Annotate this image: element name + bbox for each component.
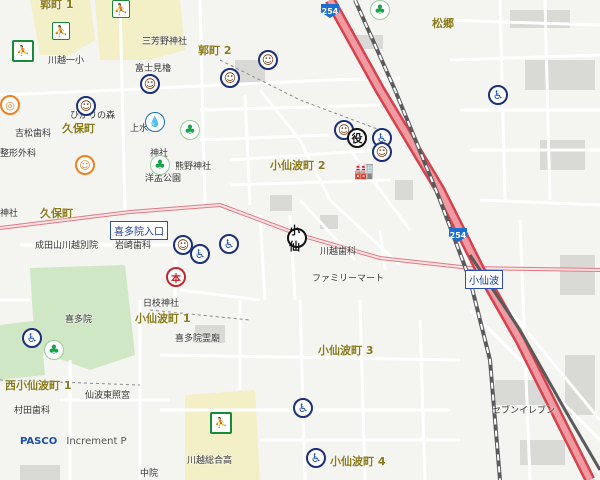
childcare-face-icon[interactable]: ☺ bbox=[76, 96, 96, 116]
poi-label-miyoshino-shrine: 三芳野神社 bbox=[142, 37, 188, 47]
park-tree-icon[interactable]: ♣ bbox=[370, 0, 390, 20]
poi-label-kawagoe-sogo-high: 川越総合高 bbox=[187, 456, 233, 466]
poi-label-yokihi-park: 洋孟公園 bbox=[145, 174, 182, 184]
intersection-sign-kitain-iriguchi[interactable]: 喜多院入口 bbox=[110, 221, 168, 240]
hospital-icon[interactable]: 本 bbox=[166, 267, 186, 287]
intersection-sign-kosenba[interactable]: 小仙波 bbox=[465, 270, 503, 289]
district-label-matsugo: 松郷 bbox=[432, 17, 454, 30]
welfare-facility-icon[interactable]: ☺ bbox=[75, 155, 95, 175]
poi-label-iwasaki-dental: 岩崎歯科 bbox=[115, 241, 152, 251]
wheelchair-icon[interactable]: ♿ bbox=[219, 234, 239, 254]
poi-label-kumano-shrine: 熊野神社 bbox=[175, 162, 212, 172]
factory-icon[interactable]: 🏭 bbox=[354, 160, 374, 180]
playground-icon[interactable]: ⛹ bbox=[52, 22, 70, 40]
district-label-kosenbamachi1: 小仙波町 1 bbox=[135, 312, 191, 325]
district-label-kuruwamachi1: 郭町 1 bbox=[40, 0, 74, 11]
pasco-logo: PASCO bbox=[20, 436, 58, 447]
poi-label-murata-dental: 村田歯科 bbox=[14, 406, 51, 416]
poi-label-kawagoe-ichisho: 川越一小 bbox=[48, 56, 85, 66]
park-tree-icon[interactable]: ♣ bbox=[44, 340, 64, 360]
district-label-kosenbamachi4: 小仙波町 4 bbox=[330, 455, 386, 468]
wheelchair-icon[interactable]: ♿ bbox=[293, 398, 313, 418]
poi-label-senba-toshogu: 仙波東照宮 bbox=[85, 391, 131, 401]
poi-label-family-mart: ファミリーマート bbox=[312, 274, 385, 284]
school-icon[interactable]: ⛹ bbox=[12, 40, 34, 62]
district-label-nishikosenba1: 西小仙波町 1 bbox=[5, 379, 72, 392]
park-tree-icon[interactable]: ♣ bbox=[180, 120, 200, 140]
wheelchair-icon[interactable]: ♿ bbox=[190, 244, 210, 264]
childcare-face-icon[interactable]: ☺ bbox=[372, 142, 392, 162]
increment-p-logo: Increment P bbox=[66, 436, 127, 447]
poi-label-nikko-shrine: 日枝神社 bbox=[143, 299, 180, 309]
childcare-face-icon[interactable]: ☺ bbox=[140, 74, 160, 94]
poi-label-naritasan-betsuin: 成田山川越別院 bbox=[35, 241, 99, 251]
district-label-kuruwamachi2: 郭町 2 bbox=[198, 44, 232, 57]
poi-label-jinja-left: 神社 bbox=[0, 209, 19, 219]
district-label-kosenbamachi3: 小仙波町 3 bbox=[318, 344, 374, 357]
district-label-kubomachi-top: 久保町 bbox=[62, 122, 95, 135]
map-view[interactable]: 郭町 1 郭町 2 松郷 久保町 久保町 小仙波町 2 小仙波町 1 小仙波町 … bbox=[0, 0, 600, 480]
playground-icon[interactable]: ⛹ bbox=[112, 0, 130, 18]
poi-label-kitain: 喜多院 bbox=[65, 315, 93, 325]
wheelchair-icon[interactable]: ♿ bbox=[488, 85, 508, 105]
poi-label-chuin: 中院 bbox=[140, 469, 159, 479]
childcare-face-icon[interactable]: ☺ bbox=[258, 50, 278, 70]
map-credit: PASCO Increment P bbox=[20, 436, 127, 447]
water-supply-icon[interactable]: 💧 bbox=[145, 112, 165, 132]
wheelchair-icon[interactable]: ♿ bbox=[306, 448, 326, 468]
school-icon[interactable]: ⛹ bbox=[210, 412, 232, 434]
poi-label-kitain-reiou: 喜多院霊廟 bbox=[175, 334, 221, 344]
welfare-facility-icon[interactable]: ◎ bbox=[0, 95, 20, 115]
wheelchair-icon[interactable]: ♿ bbox=[22, 328, 42, 348]
poi-label-fujimiyagura: 富士見櫓 bbox=[135, 64, 172, 74]
park-tree-icon[interactable]: ♣ bbox=[150, 155, 170, 175]
government-office-icon[interactable]: 役 bbox=[347, 128, 367, 148]
childcare-face-icon[interactable]: ☺ bbox=[173, 235, 193, 255]
kosenba-marker-icon[interactable]: 小仙 bbox=[287, 224, 307, 253]
poi-label-yoshimatsu-dental: 吉松歯科 bbox=[15, 129, 52, 139]
childcare-face-icon[interactable]: ☺ bbox=[220, 68, 240, 88]
poi-label-kawagoe-dental: 川越歯科 bbox=[320, 247, 357, 257]
poi-label-seven-eleven: セブンイレブン bbox=[492, 406, 556, 416]
district-label-kosenbamachi2: 小仙波町 2 bbox=[270, 159, 326, 172]
poi-label-seikei-geka: 整形外科 bbox=[0, 149, 37, 159]
district-label-kubomachi-left: 久保町 bbox=[40, 207, 73, 220]
